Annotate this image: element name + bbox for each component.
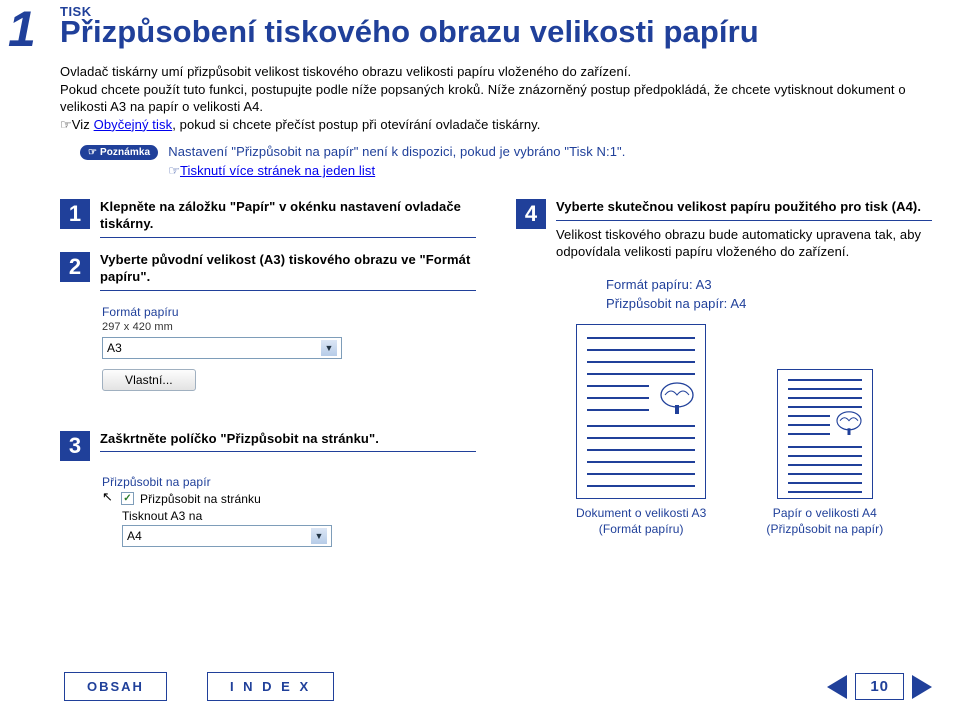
a3-sheet-icon — [576, 324, 706, 499]
link-basic-print[interactable]: Obyčejný tisk — [94, 117, 173, 132]
pointing-hand-icon: ☞ — [60, 117, 72, 132]
fit-to-page-panel: Přizpůsobit na papír ↖ ✓ Přizpůsobit na … — [102, 475, 352, 547]
note-row: Poznámka Nastavení "Přizpůsobit na papír… — [80, 143, 932, 181]
step-number: 1 — [60, 199, 90, 229]
chevron-down-icon: ▼ — [321, 340, 337, 356]
prev-page-button[interactable] — [827, 675, 847, 699]
paper-format-panel: Formát papíru 297 x 420 mm A3 ▼ Vlastní.… — [102, 305, 372, 391]
footer-nav: OBSAH I N D E X 10 — [0, 672, 960, 701]
paper-format-label: Formát papíru — [102, 305, 372, 319]
a4-caption-2: (Přizpůsobit na papír) — [766, 522, 883, 536]
intro-line-2: Pokud chcete použít tuto funkci, postupu… — [60, 81, 932, 116]
step-2: 2 Vyberte původní velikost (A3) tiskovéh… — [60, 252, 476, 291]
fit-checkbox-label: Přizpůsobit na stránku — [140, 492, 261, 506]
page-navigator: 10 — [827, 673, 932, 700]
left-column: 1 Klepněte na záložku "Papír" v okénku n… — [60, 199, 476, 557]
custom-size-button[interactable]: Vlastní... — [102, 369, 196, 391]
step-2-text: Vyberte původní velikost (A3) tiskového … — [100, 252, 470, 284]
a4-sheet-icon — [777, 369, 873, 499]
step-4-head: Vyberte skutečnou velikost papíru použit… — [556, 199, 921, 214]
note-line-1: Nastavení "Přizpůsobit na papír" není k … — [168, 143, 625, 162]
paper-size-select[interactable]: A3 ▼ — [102, 337, 342, 359]
paper-dimensions: 297 x 420 mm — [102, 321, 372, 333]
print-a3-on-label: Tisknout A3 na — [122, 509, 202, 523]
summary-info: Formát papíru: A3 Přizpůsobit na papír: … — [606, 275, 932, 314]
contents-button[interactable]: OBSAH — [64, 672, 167, 701]
step-divider — [100, 290, 476, 291]
step-divider — [100, 451, 476, 452]
a4-caption-1: Papír o velikosti A4 — [773, 506, 877, 520]
target-size-select[interactable]: A4 ▼ — [122, 525, 332, 547]
fit-label: Přizpůsobit na papír — [102, 475, 352, 489]
chevron-down-icon: ▼ — [311, 528, 327, 544]
summary-line-2: Přizpůsobit na papír: A4 — [606, 294, 932, 314]
intro-line-3: ☞Viz Obyčejný tisk, pokud si chcete přeč… — [60, 116, 932, 134]
step-divider — [100, 237, 476, 238]
tree-icon — [657, 381, 697, 415]
step-3-text: Zaškrtněte políčko "Přizpůsobit na strán… — [100, 431, 379, 446]
note-text: Nastavení "Přizpůsobit na papír" není k … — [168, 143, 625, 181]
fit-checkbox[interactable]: ✓ — [121, 492, 134, 505]
step-number: 2 — [60, 252, 90, 282]
link-nup-print[interactable]: Tisknutí více stránek na jeden list — [180, 163, 375, 178]
target-size-value: A4 — [127, 529, 142, 543]
paper-size-value: A3 — [107, 341, 122, 355]
step-1-text: Klepněte na záložku "Papír" v okénku nas… — [100, 199, 461, 231]
step-number: 4 — [516, 199, 546, 229]
doc-a4: Papír o velikosti A4 (Přizpůsobit na pap… — [766, 369, 883, 537]
intro-block: Ovladač tiskárny umí přizpůsobit velikos… — [60, 63, 932, 133]
intro-line-1: Ovladač tiskárny umí přizpůsobit velikos… — [60, 63, 932, 81]
step-3: 3 Zaškrtněte políčko "Přizpůsobit na str… — [60, 431, 476, 461]
page-number-heading: 1 — [8, 0, 36, 58]
intro-text-3a: Viz — [72, 117, 94, 132]
intro-text-3b: , pokud si chcete přečíst postup při ote… — [172, 117, 540, 132]
right-column: 4 Vyberte skutečnou velikost papíru použ… — [516, 199, 932, 557]
index-button[interactable]: I N D E X — [207, 672, 334, 701]
cursor-icon: ↖ — [102, 489, 113, 505]
page-title: Přizpůsobení tiskového obrazu velikosti … — [60, 15, 932, 49]
doc-a3: Dokument o velikosti A3 (Formát papíru) — [576, 324, 706, 537]
step-4: 4 Vyberte skutečnou velikost papíru použ… — [516, 199, 932, 261]
next-page-button[interactable] — [912, 675, 932, 699]
step-1: 1 Klepněte na záložku "Papír" v okénku n… — [60, 199, 476, 238]
summary-line-1: Formát papíru: A3 — [606, 275, 932, 295]
step-divider — [556, 220, 932, 221]
note-badge: Poznámka — [80, 145, 158, 160]
step-number: 3 — [60, 431, 90, 461]
tree-icon — [834, 410, 864, 436]
step-4-body: Velikost tiskového obrazu bude automatic… — [556, 227, 932, 261]
size-comparison: Dokument o velikosti A3 (Formát papíru) — [576, 324, 932, 537]
page-number-box: 10 — [855, 673, 904, 700]
a3-caption-2: (Formát papíru) — [599, 522, 684, 536]
pointing-hand-icon: ☞ — [168, 163, 180, 178]
a3-caption-1: Dokument o velikosti A3 — [576, 506, 706, 520]
